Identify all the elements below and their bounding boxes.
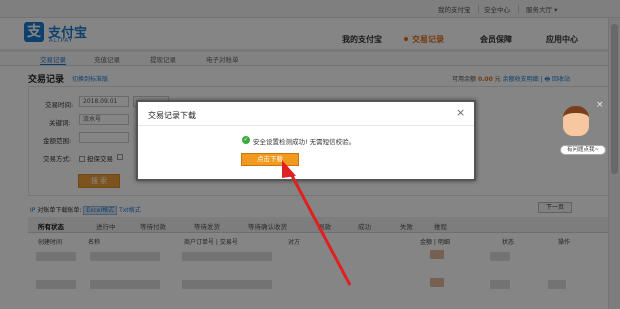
- red-arrow-annotation: [282, 160, 352, 286]
- arrow-head-icon: [282, 160, 296, 178]
- arrow-shaft: [288, 171, 352, 286]
